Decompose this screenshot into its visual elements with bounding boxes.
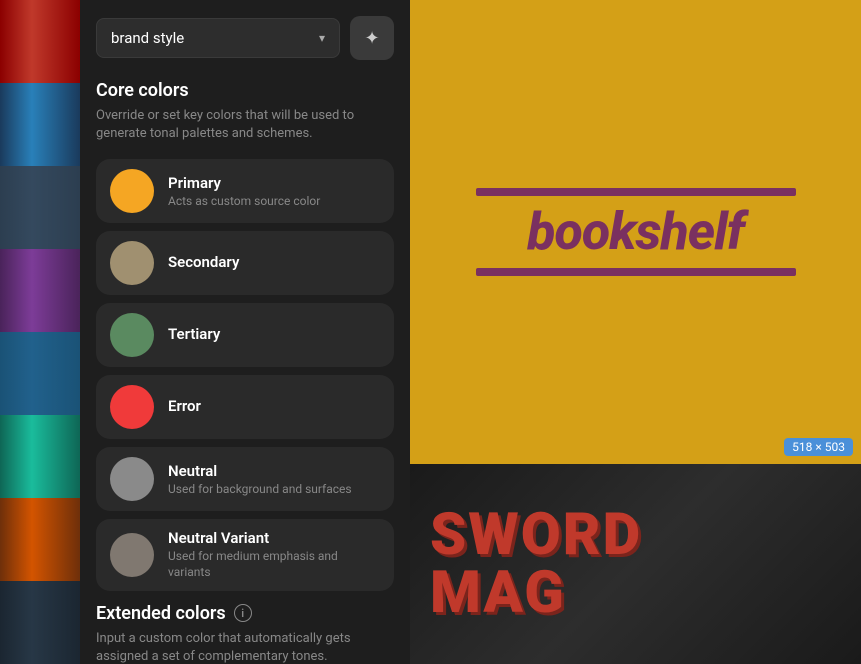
sword-mage-text: SWORDMAG: [430, 506, 642, 622]
secondary-info: Secondary: [168, 253, 239, 273]
tertiary-info: Tertiary: [168, 325, 220, 345]
neutral-desc: Used for background and surfaces: [168, 482, 352, 498]
top-controls: brand style ▾ ✦: [96, 16, 394, 60]
book-spine-3: [0, 166, 80, 249]
book-spine-2: [0, 83, 80, 166]
brand-style-label: brand style: [111, 29, 184, 47]
neutral-variant-desc: Used for medium emphasis and variants: [168, 549, 380, 580]
error-swatch: [110, 385, 154, 429]
magic-button[interactable]: ✦: [350, 16, 394, 60]
magic-icon: ✦: [364, 28, 379, 49]
primary-swatch: [110, 169, 154, 213]
preview-top: bookshelf 518 × 503: [410, 0, 861, 464]
neutral-info: Neutral Used for background and surfaces: [168, 462, 352, 498]
brand-style-select[interactable]: brand style ▾: [96, 18, 340, 58]
tertiary-name: Tertiary: [168, 325, 220, 343]
color-item-primary[interactable]: Primary Acts as custom source color: [96, 159, 394, 223]
color-item-secondary[interactable]: Secondary: [96, 231, 394, 295]
book-strip: [0, 0, 80, 664]
size-badge: 518 × 503: [784, 438, 853, 456]
bookshelf-text: bookshelf: [476, 206, 796, 258]
bookshelf-logo: bookshelf: [476, 188, 796, 276]
primary-desc: Acts as custom source color: [168, 194, 320, 210]
core-colors-title: Core colors: [96, 80, 394, 101]
chevron-down-icon: ▾: [319, 31, 325, 45]
secondary-name: Secondary: [168, 253, 239, 271]
book-spine-6: [0, 415, 80, 498]
book-spine-7: [0, 498, 80, 581]
color-item-tertiary[interactable]: Tertiary: [96, 303, 394, 367]
primary-name: Primary: [168, 174, 320, 192]
neutral-variant-name: Neutral Variant: [168, 529, 380, 547]
preview-area: bookshelf 518 × 503 SWORDMAG: [410, 0, 861, 664]
color-item-neutral[interactable]: Neutral Used for background and surfaces: [96, 447, 394, 511]
book-spine-1: [0, 0, 80, 83]
extended-colors-section: Extended colors i Input a custom color t…: [96, 603, 394, 664]
error-info: Error: [168, 397, 201, 417]
extended-colors-title: Extended colors i: [96, 603, 394, 624]
neutral-variant-swatch: [110, 533, 154, 577]
neutral-name: Neutral: [168, 462, 352, 480]
tertiary-swatch: [110, 313, 154, 357]
color-item-error[interactable]: Error: [96, 375, 394, 439]
error-name: Error: [168, 397, 201, 415]
extended-colors-description: Input a custom color that automatically …: [96, 630, 394, 664]
book-spine-8: [0, 581, 80, 664]
secondary-swatch: [110, 241, 154, 285]
core-colors-description: Override or set key colors that will be …: [96, 107, 394, 143]
primary-info: Primary Acts as custom source color: [168, 174, 320, 210]
preview-bottom: SWORDMAG: [410, 464, 861, 664]
book-spine-5: [0, 332, 80, 415]
core-colors-section: Core colors Override or set key colors t…: [96, 80, 394, 591]
neutral-variant-info: Neutral Variant Used for medium emphasis…: [168, 529, 380, 580]
bookshelf-bar-top: [476, 188, 796, 196]
side-panel: brand style ▾ ✦ Core colors Override or …: [80, 0, 410, 664]
neutral-swatch: [110, 457, 154, 501]
sword-mage-background: SWORDMAG: [410, 464, 861, 664]
color-item-neutral-variant[interactable]: Neutral Variant Used for medium emphasis…: [96, 519, 394, 590]
info-icon[interactable]: i: [234, 604, 252, 622]
book-spine-4: [0, 249, 80, 332]
bookshelf-bar-bottom: [476, 268, 796, 276]
